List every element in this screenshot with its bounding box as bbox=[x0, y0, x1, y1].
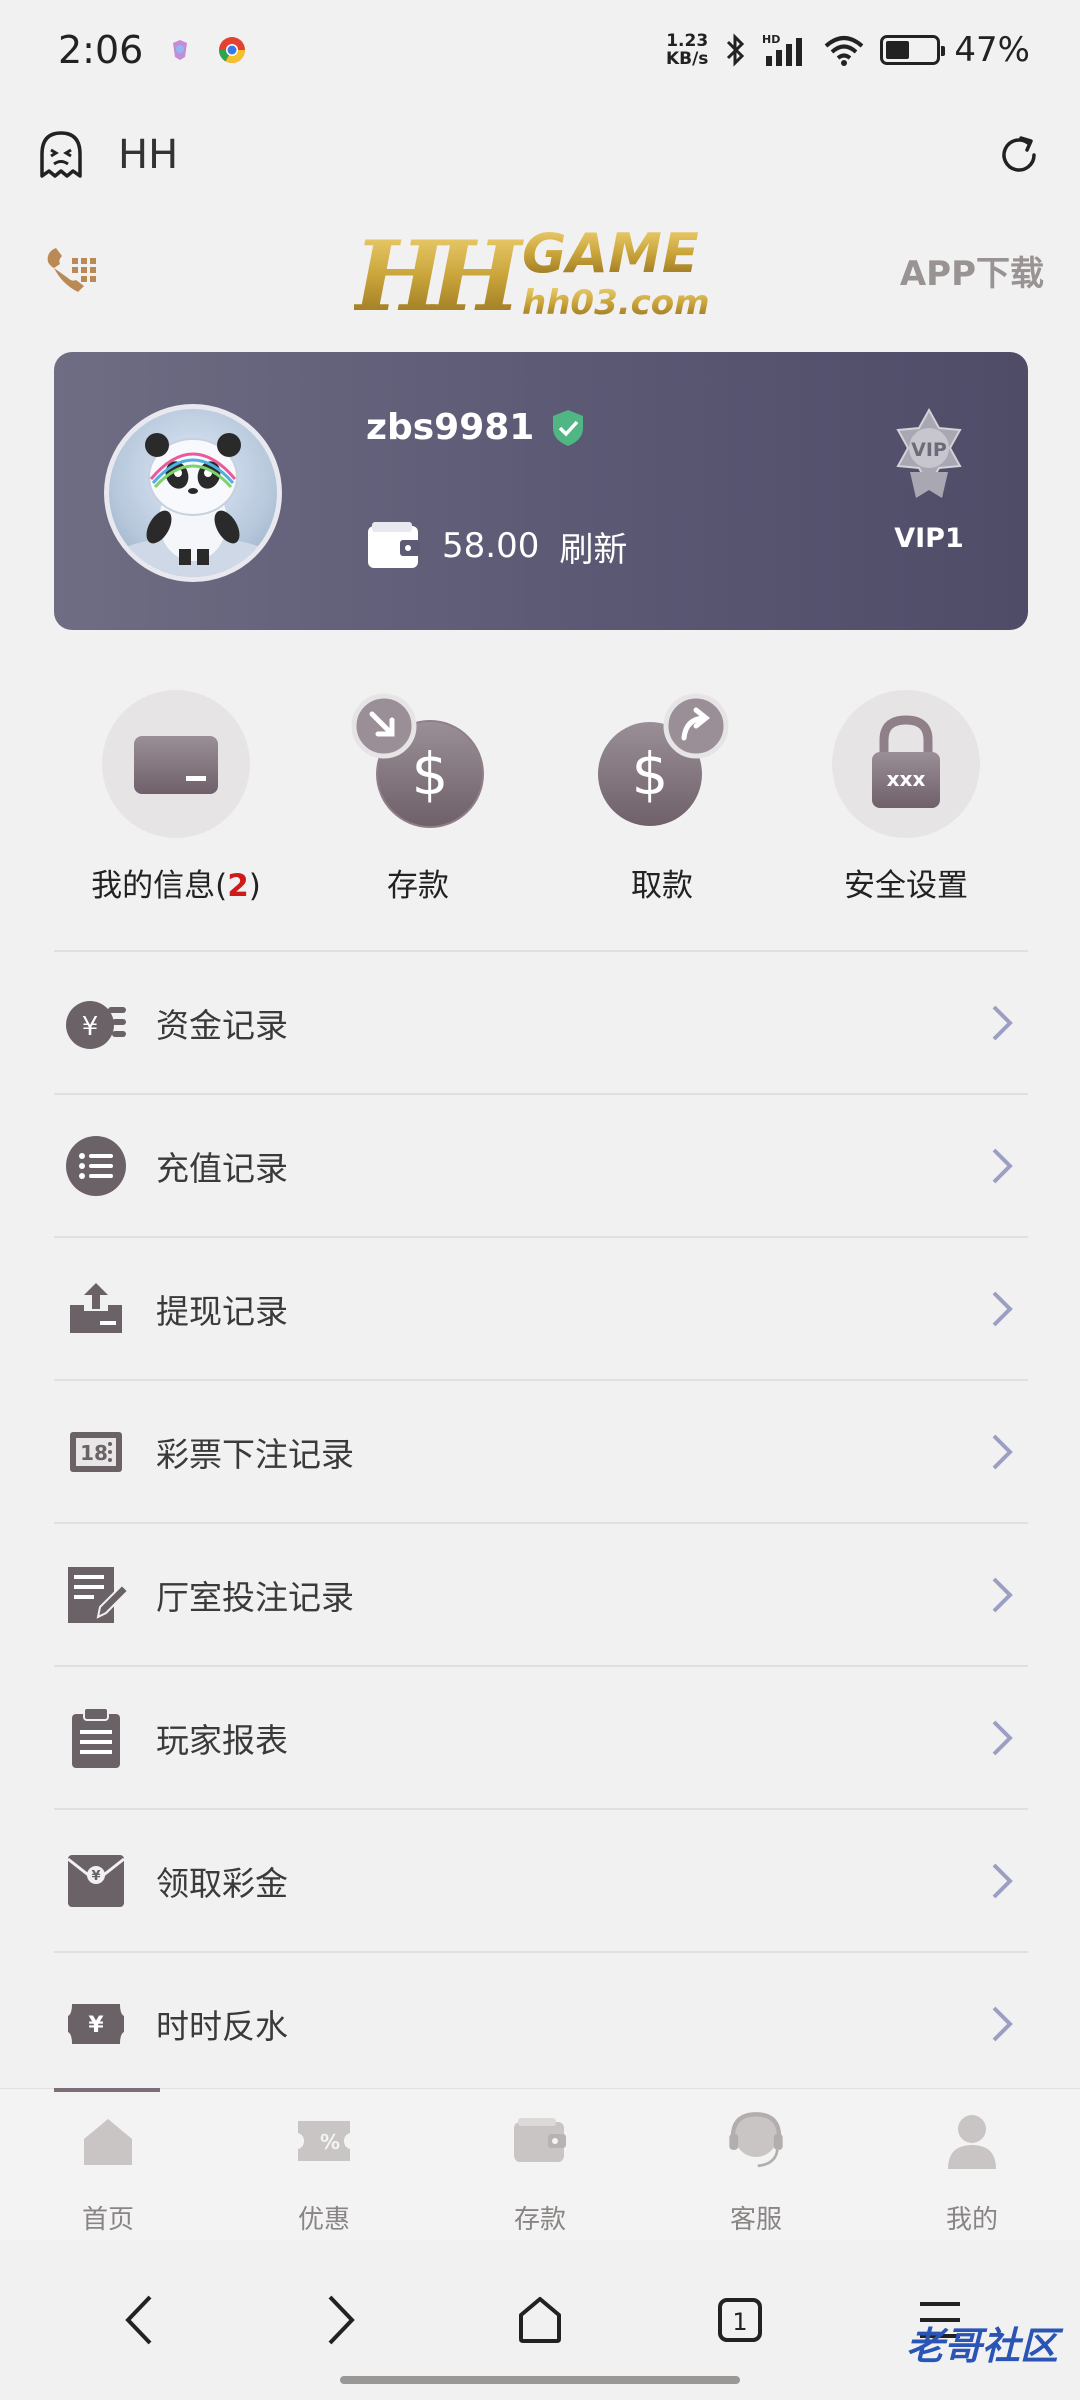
menu-item-hall-bet-records[interactable]: 厅室投注记录 bbox=[54, 1522, 1028, 1665]
chevron-right-icon bbox=[328, 2295, 355, 2345]
quick-my-messages[interactable]: 我的信息(2) bbox=[76, 690, 276, 905]
deposit-icon: $ bbox=[351, 693, 484, 828]
clipboard-icon bbox=[72, 1706, 120, 1768]
panda-mascot-icon bbox=[113, 433, 273, 577]
status-bar: 2:06 1.23 KB/s HD 47% bbox=[0, 0, 1080, 100]
bottom-tab-bar: 首页 % 优惠 存款 客服 我的 bbox=[0, 2088, 1080, 2240]
back-button[interactable] bbox=[105, 2285, 175, 2355]
tab-promotions[interactable]: % 优惠 bbox=[216, 2089, 432, 2240]
lottery-ticket-icon: 18 bbox=[70, 1431, 122, 1472]
user-card: zbs9981 58.00 刷新 VIP VIP1 bbox=[54, 352, 1028, 630]
svg-text:¥: ¥ bbox=[88, 2013, 104, 2038]
withdraw-icon: $ bbox=[598, 693, 729, 826]
tabs-count-icon: 1 bbox=[718, 2298, 762, 2342]
document-pen-icon bbox=[68, 1566, 128, 1623]
menu-item-fund-records[interactable]: ¥ 资金记录 bbox=[54, 950, 1028, 1093]
app-notification-icon bbox=[173, 40, 188, 60]
brand-row: HH GAME hh03.com APP下载 bbox=[0, 210, 1080, 330]
chevron-right-icon bbox=[992, 2006, 1013, 2041]
headset-agent-icon bbox=[729, 2112, 783, 2168]
battery-icon bbox=[880, 35, 946, 65]
records-menu: ¥ 资金记录 充值记录 提现记录 18 彩票下注记录 厅室投注记录 玩家报表 ¥… bbox=[54, 950, 1028, 2094]
quick-deposit[interactable]: $ 存款 bbox=[318, 690, 518, 905]
chevron-right-icon bbox=[992, 1291, 1013, 1326]
svg-text:GAME: GAME bbox=[522, 222, 699, 285]
yuan-ticket-icon: ¥ bbox=[68, 2003, 124, 2044]
padlock-icon: xxx bbox=[872, 715, 940, 808]
coupon-icon: % bbox=[298, 2121, 350, 2161]
svg-text:%: % bbox=[320, 2130, 340, 2154]
forward-button[interactable] bbox=[305, 2285, 375, 2355]
refresh-icon[interactable] bbox=[994, 130, 1044, 180]
list-circle-icon bbox=[66, 1135, 126, 1196]
tab-home[interactable]: 首页 bbox=[0, 2088, 216, 2240]
svg-text:1: 1 bbox=[732, 2308, 747, 2336]
svg-text:HH: HH bbox=[354, 220, 525, 328]
chevron-right-icon bbox=[992, 1434, 1013, 1469]
home-button[interactable] bbox=[505, 2285, 575, 2355]
wifi-icon bbox=[825, 36, 864, 66]
bluetooth-icon bbox=[727, 33, 745, 67]
top-bar: HH bbox=[0, 110, 1080, 200]
svg-text:hh03.com: hh03.com bbox=[522, 283, 710, 323]
message-card-icon bbox=[134, 736, 218, 794]
red-envelope-icon: ¥ bbox=[67, 1854, 125, 1907]
app-download-link[interactable]: APP下载 bbox=[900, 246, 1044, 295]
svg-text:18: 18 bbox=[80, 1441, 108, 1465]
quick-actions: 我的信息(2) $ 存款 $ 取款 xxx 安全设置 bbox=[0, 690, 1080, 910]
upload-tray-icon bbox=[70, 1282, 122, 1333]
avatar[interactable] bbox=[104, 404, 282, 582]
home-outline-icon bbox=[519, 2297, 561, 2343]
svg-text:xxx: xxx bbox=[887, 767, 926, 791]
chevron-right-icon bbox=[992, 1148, 1013, 1183]
chevron-right-icon bbox=[992, 1005, 1013, 1040]
svg-text:¥: ¥ bbox=[82, 1012, 99, 1042]
svg-text:VIP: VIP bbox=[911, 439, 947, 461]
wallet-balance: 58.00 刷新 bbox=[366, 520, 627, 572]
svg-text:$: $ bbox=[632, 740, 669, 808]
ghost-icon[interactable] bbox=[36, 128, 86, 182]
wallet-icon bbox=[514, 2118, 566, 2162]
verified-shield-icon bbox=[553, 409, 584, 446]
hh-game-logo: HH GAME hh03.com bbox=[354, 220, 710, 328]
chrome-icon bbox=[219, 37, 246, 64]
tabs-button[interactable]: 1 bbox=[705, 2285, 775, 2355]
tab-customer-service[interactable]: 客服 bbox=[648, 2089, 864, 2240]
chevron-left-icon bbox=[125, 2295, 152, 2345]
battery-percent: 47% bbox=[954, 30, 1030, 70]
svg-text:HD: HD bbox=[762, 33, 780, 46]
menu-item-player-report[interactable]: 玩家报表 bbox=[54, 1665, 1028, 1808]
menu-item-withdraw-records[interactable]: 提现记录 bbox=[54, 1236, 1028, 1379]
vip-star-icon: VIP bbox=[896, 407, 962, 498]
menu-item-lottery-bet-records[interactable]: 18 彩票下注记录 bbox=[54, 1379, 1028, 1522]
yuan-coins-icon: ¥ bbox=[66, 1000, 126, 1049]
watermark: 老哥社区 bbox=[905, 2324, 1058, 2368]
page-title: HH bbox=[118, 132, 179, 178]
menu-item-recharge-records[interactable]: 充值记录 bbox=[54, 1093, 1028, 1236]
quick-security-settings[interactable]: xxx 安全设置 bbox=[806, 690, 1006, 905]
username: zbs9981 bbox=[366, 407, 586, 448]
menu-item-claim-bonus[interactable]: ¥ 领取彩金 bbox=[54, 1808, 1028, 1951]
quick-withdraw[interactable]: $ 取款 bbox=[562, 690, 762, 905]
vip-badge[interactable]: VIP VIP1 bbox=[884, 406, 974, 554]
svg-text:¥: ¥ bbox=[91, 1869, 100, 1884]
phone-icon[interactable] bbox=[40, 240, 100, 300]
chevron-right-icon bbox=[992, 1720, 1013, 1755]
home-icon bbox=[84, 2119, 132, 2165]
tab-mine[interactable]: 我的 bbox=[864, 2089, 1080, 2240]
user-profile-icon bbox=[948, 2115, 996, 2169]
unread-count-badge: 2 bbox=[227, 868, 249, 904]
menu-item-rebate[interactable]: ¥ 时时反水 bbox=[54, 1951, 1028, 2094]
refresh-balance-button[interactable]: 刷新 bbox=[559, 522, 627, 571]
chevron-right-icon bbox=[992, 1863, 1013, 1898]
signal-icon: HD bbox=[762, 33, 803, 66]
wallet-icon bbox=[368, 522, 420, 568]
home-indicator bbox=[340, 2376, 740, 2384]
tab-deposit[interactable]: 存款 bbox=[432, 2089, 648, 2240]
status-time: 2:06 bbox=[58, 28, 144, 72]
svg-text:$: $ bbox=[412, 740, 449, 808]
browser-nav-bar: 1 老哥社区 bbox=[0, 2240, 1080, 2400]
chevron-right-icon bbox=[992, 1577, 1013, 1612]
network-speed: 1.23 KB/s bbox=[665, 31, 709, 69]
